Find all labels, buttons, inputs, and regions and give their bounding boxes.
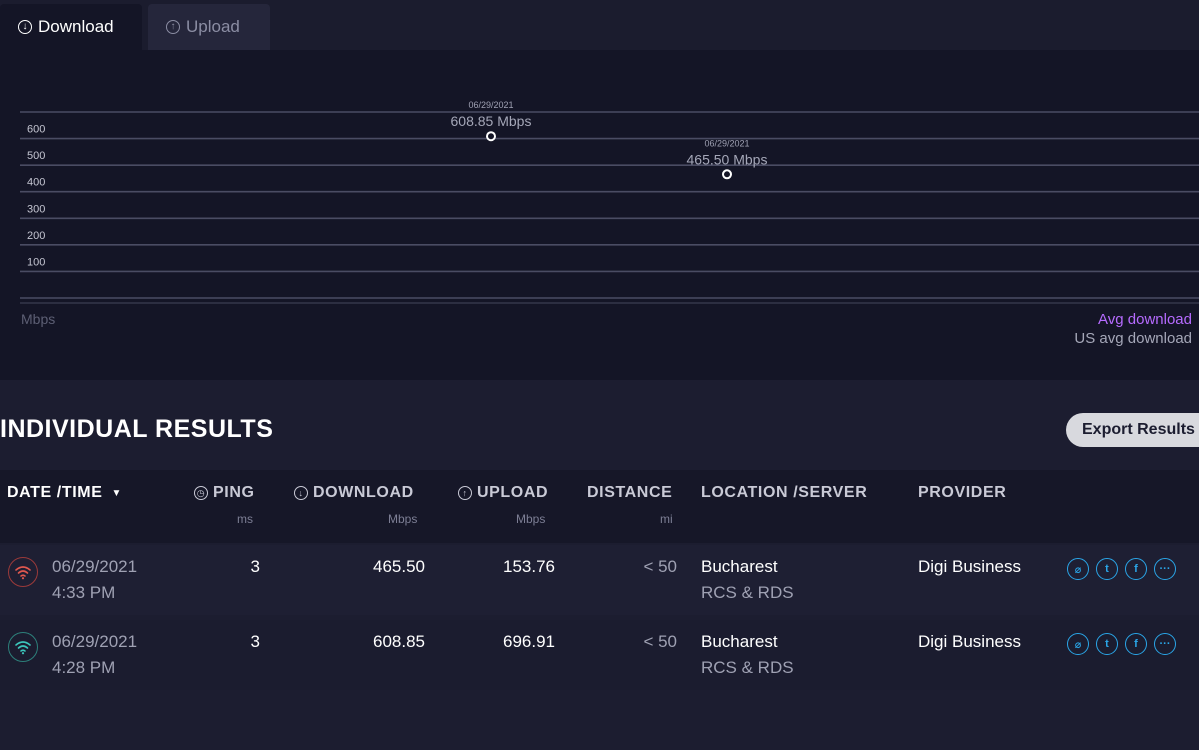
row-provider: Digi Business bbox=[918, 557, 1021, 576]
row-download: 608.85 bbox=[373, 632, 425, 651]
col-provider-label: PROVIDER bbox=[918, 484, 1007, 501]
col-distance-label: DISTANCE bbox=[587, 484, 673, 501]
tab-download[interactable]: ↓ Download bbox=[0, 4, 142, 50]
download-circle-icon: ↓ bbox=[18, 20, 32, 34]
row-location: Bucharest bbox=[701, 632, 778, 651]
tab-upload-label: Upload bbox=[186, 17, 240, 36]
tab-download-label: Download bbox=[38, 17, 114, 36]
row-time: 4:33 PM bbox=[52, 583, 116, 602]
download-chart: 100 200 300 400 500 600 Mbps 06/29/2021 608.85 M… bbox=[0, 50, 1199, 380]
table-row[interactable]: 06/29/2021 4:33 PM 3 465.50 153.76 < 50 … bbox=[0, 545, 1199, 615]
row-time: 4:28 PM bbox=[52, 658, 116, 677]
chart-ylabel: Mbps bbox=[21, 311, 55, 327]
col-datetime-label: DATE /TIME bbox=[7, 484, 103, 501]
upload-circle-icon: ↑ bbox=[458, 486, 472, 500]
legend-avg-download: Avg download bbox=[1098, 311, 1192, 328]
col-upload[interactable]: ↑ UPLOAD bbox=[458, 484, 548, 502]
col-provider[interactable]: PROVIDER bbox=[918, 484, 1006, 502]
row-upload: 153.76 bbox=[503, 557, 555, 576]
page-footer-space bbox=[0, 692, 1199, 750]
row-date: 06/29/2021 bbox=[52, 557, 138, 576]
col-download-label: DOWNLOAD bbox=[313, 484, 414, 501]
row-ping: 3 bbox=[250, 557, 260, 576]
row-date: 06/29/2021 bbox=[52, 632, 138, 651]
row-ping: 3 bbox=[250, 632, 260, 651]
col-download-unit: Mbps bbox=[388, 512, 418, 526]
more-icon[interactable]: ··· bbox=[1154, 558, 1176, 580]
wifi-icon bbox=[8, 557, 38, 587]
row-provider: Digi Business bbox=[918, 632, 1021, 651]
chart-tabs: ↓ Download ↑ Upload bbox=[0, 0, 1199, 50]
table-row[interactable]: 06/29/2021 4:28 PM 3 608.85 696.91 < 50 … bbox=[0, 620, 1199, 690]
row-location: Bucharest bbox=[701, 557, 778, 576]
col-upload-label: UPLOAD bbox=[477, 484, 549, 501]
twitter-icon[interactable]: t bbox=[1096, 633, 1118, 655]
sort-caret-icon: ▼ bbox=[111, 487, 122, 499]
chart-ytick-label: 400 bbox=[27, 177, 45, 189]
col-upload-unit: Mbps bbox=[516, 512, 546, 526]
row-distance: < 50 bbox=[643, 557, 677, 576]
chart-data-point bbox=[722, 169, 732, 180]
chart-ytick-label: 200 bbox=[27, 230, 45, 242]
wifi-icon bbox=[8, 632, 38, 662]
col-ping-label: PING bbox=[213, 484, 255, 501]
facebook-icon[interactable]: f bbox=[1125, 558, 1147, 580]
link-icon[interactable]: ⌀ bbox=[1067, 558, 1089, 580]
chart-ytick-label: 300 bbox=[27, 203, 45, 215]
chart-point-label: 608.85 Mbps bbox=[451, 113, 532, 129]
export-results-button[interactable]: Export Results bbox=[1066, 413, 1199, 447]
col-distance-unit: mi bbox=[660, 512, 673, 526]
col-location[interactable]: LOCATION /SERVER bbox=[701, 484, 867, 502]
tab-upload[interactable]: ↑ Upload bbox=[148, 4, 270, 50]
chart-ytick-label: 600 bbox=[27, 124, 45, 136]
col-ping-unit: ms bbox=[237, 512, 253, 526]
row-distance: < 50 bbox=[643, 632, 677, 651]
row-server: RCS & RDS bbox=[701, 658, 794, 677]
col-download[interactable]: ↓ DOWNLOAD bbox=[294, 484, 414, 502]
row-download: 465.50 bbox=[373, 557, 425, 576]
facebook-icon[interactable]: f bbox=[1125, 633, 1147, 655]
ping-gauge-icon: ◷ bbox=[194, 486, 208, 500]
chart-data-point bbox=[486, 131, 496, 142]
row-upload: 696.91 bbox=[503, 632, 555, 651]
col-ping[interactable]: ◷ PING bbox=[194, 484, 255, 502]
more-icon[interactable]: ··· bbox=[1154, 633, 1176, 655]
chart-point-date: 06/29/2021 bbox=[468, 100, 513, 110]
row-server: RCS & RDS bbox=[701, 583, 794, 602]
legend-us-avg-download: US avg download bbox=[1074, 330, 1192, 347]
col-location-label: LOCATION /SERVER bbox=[701, 484, 868, 501]
results-title: INDIVIDUAL RESULTS bbox=[0, 415, 274, 443]
chart-canvas: 100 200 300 400 500 600 Mbps 06/29/2021 608.85 M… bbox=[20, 100, 1199, 327]
chart-point-date: 06/29/2021 bbox=[704, 138, 749, 148]
link-icon[interactable]: ⌀ bbox=[1067, 633, 1089, 655]
col-distance[interactable]: DISTANCE bbox=[587, 484, 672, 502]
col-datetime[interactable]: DATE /TIME ▼ bbox=[7, 484, 122, 502]
chart-ytick-label: 500 bbox=[27, 150, 45, 162]
chart-point-label: 465.50 Mbps bbox=[687, 151, 768, 167]
results-table-header: DATE /TIME ▼ ◷ PING ms ↓ DOWNLOAD Mbps ↑… bbox=[0, 470, 1199, 543]
chart-ytick-label: 100 bbox=[27, 256, 45, 268]
results-page: ↓ Download ↑ Upload 100 200 300 400 500 600 Mb… bbox=[0, 0, 1199, 750]
download-circle-icon: ↓ bbox=[294, 486, 308, 500]
upload-circle-icon: ↑ bbox=[166, 20, 180, 34]
twitter-icon[interactable]: t bbox=[1096, 558, 1118, 580]
